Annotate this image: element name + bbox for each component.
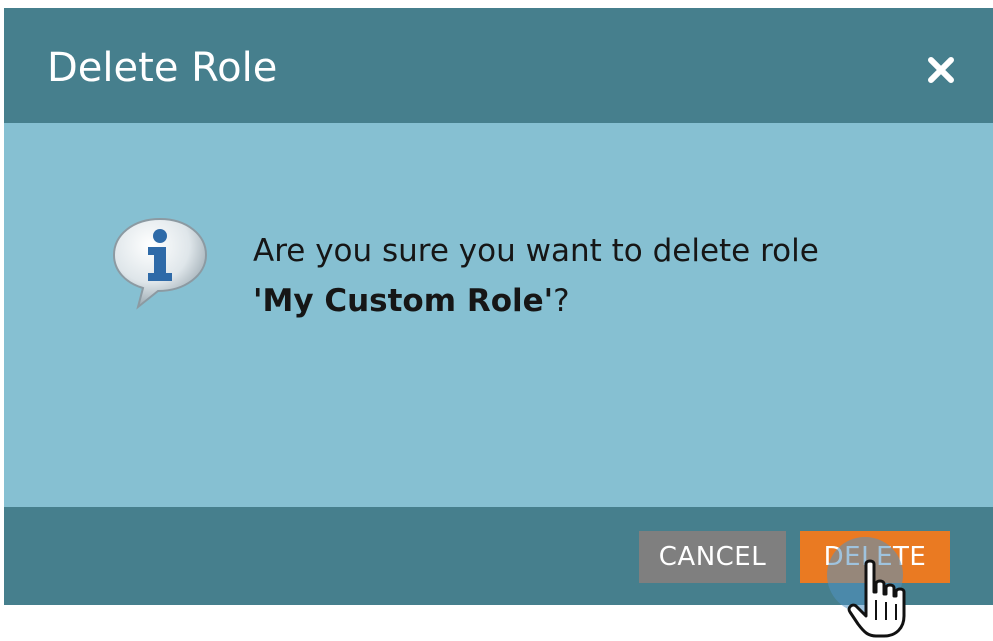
delete-role-dialog: Delete Role Are you sure you want to del… — [4, 8, 993, 605]
info-speech-bubble-icon — [110, 215, 210, 310]
cancel-button[interactable]: CANCEL — [639, 531, 786, 583]
delete-button[interactable]: DELETE — [800, 531, 950, 583]
dialog-footer: CANCEL DELETE — [4, 507, 993, 605]
confirmation-message: Are you sure you want to delete role 'My… — [253, 226, 953, 326]
role-name: 'My Custom Role' — [253, 283, 554, 319]
dialog-body: Are you sure you want to delete role 'My… — [4, 123, 993, 508]
dialog-header: Delete Role — [4, 8, 993, 123]
dialog-title: Delete Role — [47, 45, 278, 91]
close-button[interactable] — [925, 54, 957, 86]
close-icon — [928, 57, 954, 83]
message-suffix: ? — [553, 283, 570, 319]
message-text: Are you sure you want to delete role — [253, 233, 819, 269]
